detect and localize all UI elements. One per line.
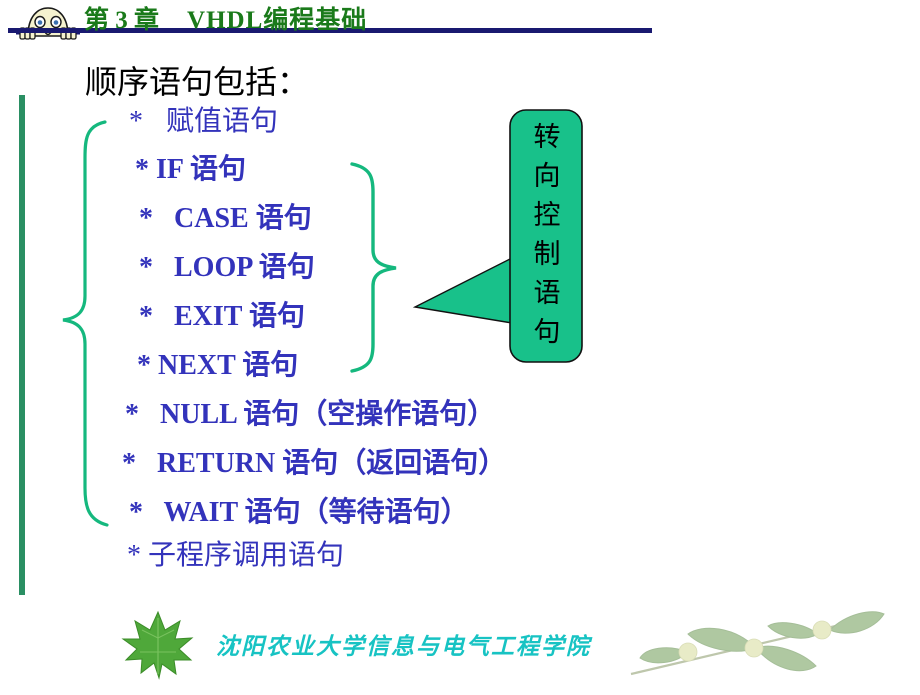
list-item: * 子程序调用语句 [127,533,344,573]
callout-line: 制 [533,239,561,269]
list-item-marker: * [139,252,153,283]
list-item-marker: * [139,301,153,332]
callout-line: 句 [533,317,561,347]
list-item-label: RETURN 语句（返回语句） [157,448,507,479]
list-item-label: 子程序调用语句 [148,540,345,571]
footer-institution-text: 沈阳农业大学信息与电气工程学院 [216,634,591,659]
list-item-marker: * [137,350,151,381]
list-item-label: 赋值语句 [166,106,279,137]
list-item-marker: * [129,497,143,528]
list-item-marker: * [127,540,141,571]
list-item-label: EXIT 语句 [174,301,305,332]
callout-line: 语 [533,278,561,308]
list-item-label: IF 语句 [156,154,246,185]
slide-canvas: 第 3 章 VHDL编程基础 顺序语句包括： * 赋值语句 * IF 语句 * C… [0,0,920,690]
list-item-label: NULL 语句（空操作语句） [160,399,496,430]
list-item: * 赋值语句 [129,99,278,139]
list-item-marker: * [122,448,136,479]
list-item-label: LOOP 语句 [174,252,315,283]
leafy-branch-icon [606,600,906,690]
list-item-marker: * [139,203,153,234]
list-item: * NEXT 语句 [137,343,298,383]
list-item-marker: * [125,399,139,430]
list-item: * EXIT 语句 [139,294,305,334]
callout-line: 控 [533,200,561,230]
callout-line: 转 [533,122,561,152]
list-item: * NULL 语句（空操作语句） [125,392,495,432]
list-item-marker: * [135,154,149,185]
callout-line: 向 [533,161,561,191]
list-item-label: CASE 语句 [174,203,312,234]
callout-text: 转 向 控 制 语 句 [519,118,575,352]
list-item: * CASE 语句 [139,196,312,236]
maple-leaf-icon [118,608,198,680]
list-item-label: WAIT 语句（等待语句） [163,497,469,528]
list-item: * WAIT 语句（等待语句） [129,490,469,530]
list-item: * RETURN 语句（返回语句） [122,441,506,481]
list-item-marker: * [129,106,143,137]
list-item-label: NEXT 语句 [158,350,299,381]
list-item: * IF 语句 [135,147,246,187]
list-item: * LOOP 语句 [139,245,315,285]
